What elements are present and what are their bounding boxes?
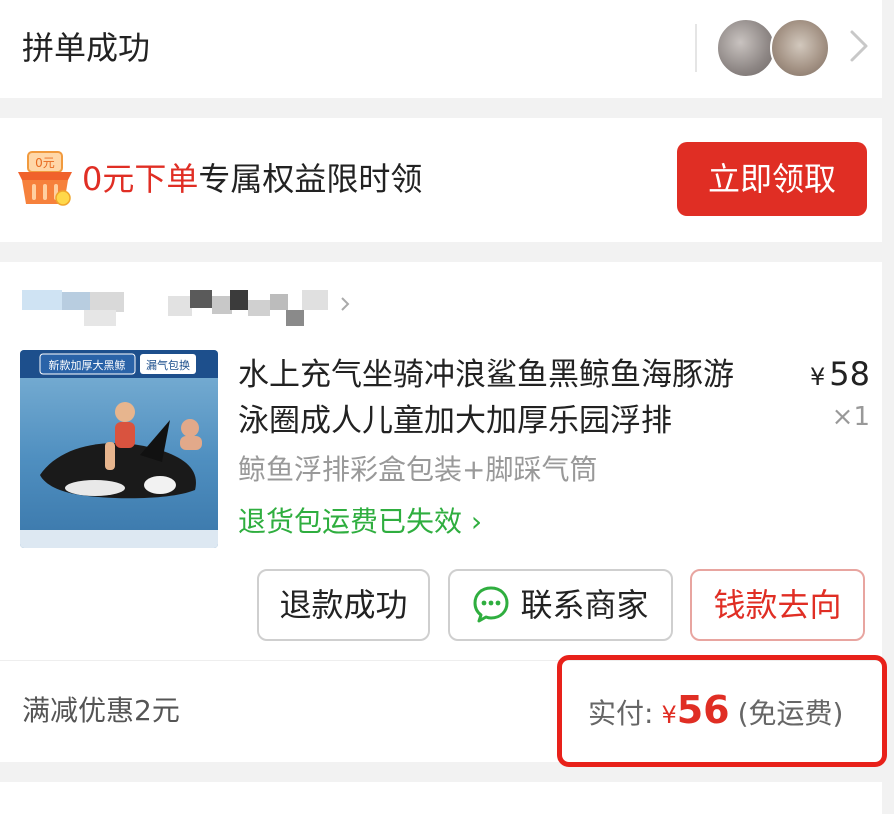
chevron-right-icon: › bbox=[462, 505, 483, 538]
quantity: ×1 bbox=[831, 402, 870, 432]
shop-name-blurred[interactable] bbox=[22, 286, 352, 330]
chevron-right-icon[interactable] bbox=[840, 26, 880, 66]
divider bbox=[695, 24, 697, 72]
product-title[interactable]: 水上充气坐骑冲浪鲨鱼黑鲸鱼海豚游泳圈成人儿童加大加厚乐园浮排 bbox=[238, 352, 758, 444]
money-flow-button[interactable]: 钱款去向 bbox=[690, 569, 865, 641]
promo-highlight: 0元下单 bbox=[82, 160, 199, 198]
product-image[interactable]: 新款加厚大黑鲸 漏气包换 bbox=[20, 350, 218, 548]
return-shipping-link[interactable]: 退货包运费已失效 › bbox=[238, 502, 482, 542]
group-status-title: 拼单成功 bbox=[22, 29, 151, 67]
promo-text: 0元下单专属权益限时领 bbox=[82, 154, 422, 204]
refund-success-button[interactable]: 退款成功 bbox=[257, 569, 430, 641]
contact-merchant-label: 联系商家 bbox=[520, 586, 649, 624]
currency-symbol: ¥ bbox=[810, 363, 826, 391]
avatar[interactable] bbox=[770, 18, 830, 78]
next-card bbox=[0, 782, 882, 814]
unit-price: ¥58 bbox=[790, 352, 870, 399]
product-spec: 鲸鱼浮排彩盒包装+脚踩气筒 bbox=[238, 453, 598, 486]
basket-icon: 0元 bbox=[18, 151, 72, 206]
basket-badge-text: 0元 bbox=[35, 156, 55, 170]
discount-text: 满减优惠2元 bbox=[22, 694, 180, 727]
annotation-highlight-box bbox=[557, 655, 887, 767]
image-tag: 漏气包换 bbox=[146, 358, 190, 372]
group-order-bar[interactable]: 拼单成功 bbox=[0, 0, 882, 98]
price-area: ¥58 ×1 bbox=[790, 352, 870, 435]
promo-description: 专属权益限时领 bbox=[198, 160, 423, 198]
return-shipping-text: 退货包运费已失效 bbox=[238, 505, 463, 538]
promo-bar: 0元 0元下单专属权益限时领 立即领取 bbox=[0, 118, 882, 242]
claim-now-button[interactable]: 立即领取 bbox=[677, 142, 867, 216]
avatar[interactable] bbox=[716, 18, 776, 78]
contact-merchant-button[interactable]: 联系商家 bbox=[448, 569, 673, 641]
image-tag: 新款加厚大黑鲸 bbox=[49, 358, 126, 372]
chat-bubble-icon bbox=[473, 586, 509, 623]
unit-price-value: 58 bbox=[829, 355, 870, 393]
